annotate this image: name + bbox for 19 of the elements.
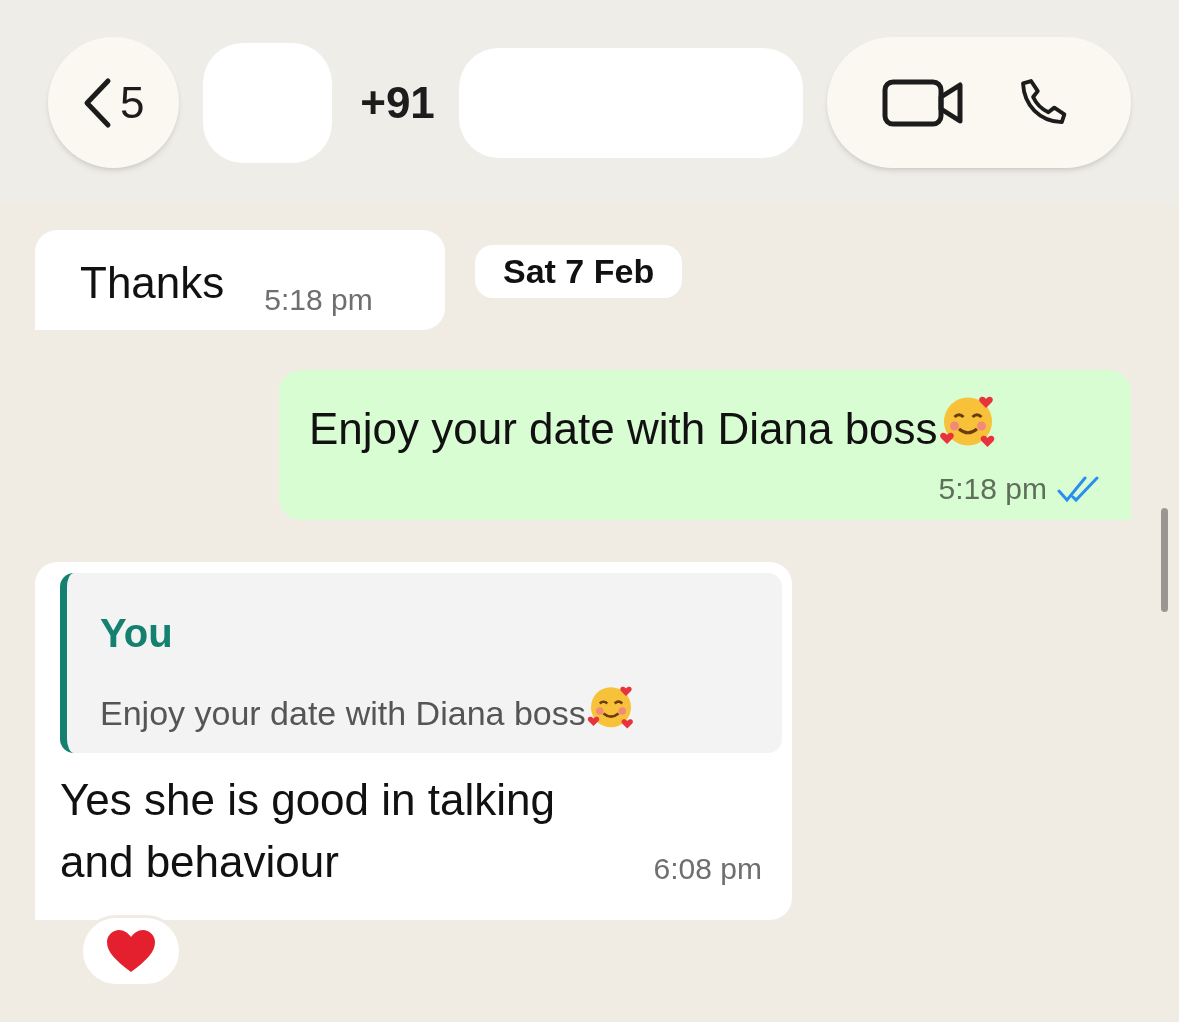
quoted-message[interactable]: You Enjoy your date with Diana boss xyxy=(60,573,782,753)
back-button[interactable]: 5 xyxy=(48,37,179,168)
message-time: 5:18 pm xyxy=(938,471,1047,507)
sent-message-bubble[interactable]: Enjoy your date with Diana boss 5:18 pm xyxy=(279,370,1131,520)
quote-author: You xyxy=(100,610,174,657)
message-time: 6:08 pm xyxy=(653,851,762,887)
message-text: Thanks xyxy=(80,257,225,309)
received-message-bubble[interactable]: Thanks 5:18 pm xyxy=(35,230,445,330)
heart-icon xyxy=(105,928,157,974)
quote-text: Enjoy your date with Diana boss xyxy=(100,681,782,739)
received-message-bubble[interactable]: You Enjoy your date with Diana boss Yes she is good in talking and behaviour 6:08 pm xyxy=(35,562,792,920)
back-chevron-icon xyxy=(82,76,113,129)
unread-count: 5 xyxy=(120,76,145,129)
contact-name[interactable]: +91 xyxy=(360,69,435,136)
scrollbar[interactable] xyxy=(1161,508,1168,612)
message-time: 5:18 pm xyxy=(264,282,373,318)
message-text: Yes she is good in talking and behaviour xyxy=(60,774,556,888)
message-text: Enjoy your date with Diana boss xyxy=(309,390,1101,462)
date-chip: Sat 7 Feb xyxy=(475,245,683,298)
